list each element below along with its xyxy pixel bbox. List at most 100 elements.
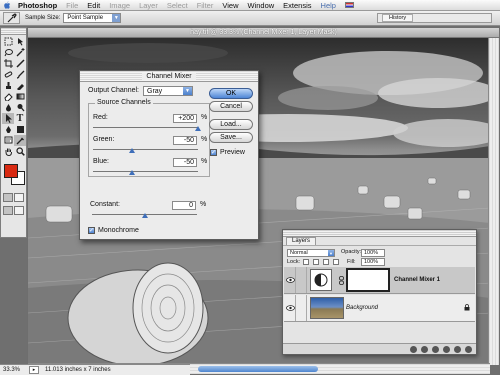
brush-tool-icon[interactable] <box>14 69 26 80</box>
lock-icon <box>464 304 470 313</box>
eraser-tool-icon[interactable] <box>2 91 14 102</box>
layer-link-cell[interactable] <box>296 295 307 321</box>
history-brush-tool-icon[interactable] <box>14 80 26 91</box>
notes-tool-icon[interactable] <box>2 135 14 146</box>
marquee-tool-icon[interactable] <box>2 36 14 47</box>
red-value-field[interactable]: +200 <box>173 114 197 123</box>
gradient-tool-icon[interactable] <box>14 91 26 102</box>
type-tool-icon[interactable]: T <box>14 113 26 124</box>
pen-tool-icon[interactable] <box>2 124 14 135</box>
history-palette-tab[interactable]: History <box>382 14 414 22</box>
green-slider-thumb[interactable] <box>129 148 136 153</box>
blue-slider-track[interactable] <box>93 171 198 172</box>
monochrome-checkbox[interactable]: ✓ <box>88 227 95 234</box>
path-selection-tool-icon[interactable] <box>2 113 14 124</box>
eye-icon[interactable] <box>285 295 296 321</box>
horizontal-scroll-thumb[interactable] <box>198 366 318 372</box>
constant-value-field[interactable]: 0 <box>172 201 196 210</box>
status-menu-icon[interactable]: ▸ <box>29 366 39 374</box>
source-channels-label: Source Channels <box>95 99 153 106</box>
menu-file[interactable]: File <box>66 1 78 10</box>
blue-value-field[interactable]: -50 <box>173 158 197 167</box>
menu-edit[interactable]: Edit <box>87 1 100 10</box>
clone-stamp-tool-icon[interactable] <box>2 80 14 91</box>
move-tool-icon[interactable] <box>14 36 26 47</box>
menu-image[interactable]: Image <box>109 1 130 10</box>
preview-checkbox[interactable]: ✓ <box>210 149 217 156</box>
green-slider-track[interactable] <box>93 149 198 150</box>
add-mask-icon[interactable] <box>421 345 428 353</box>
lock-image-checkbox[interactable] <box>313 259 319 265</box>
eyedropper-preset-icon[interactable] <box>3 12 20 24</box>
opacity-field[interactable]: 100% <box>361 249 385 257</box>
dodge-tool-icon[interactable] <box>14 102 26 113</box>
new-set-icon[interactable] <box>432 345 439 353</box>
chain-link-icon[interactable] <box>338 269 344 291</box>
foreground-color-swatch[interactable] <box>4 164 18 178</box>
layers-titlebar[interactable] <box>283 230 476 237</box>
green-value-field[interactable]: -50 <box>173 136 197 145</box>
new-adjustment-layer-icon[interactable] <box>443 345 450 353</box>
standard-screen-mode-button[interactable] <box>2 206 13 215</box>
color-swatches <box>1 161 26 191</box>
layer-mask-thumbnail[interactable] <box>346 268 390 292</box>
layer-link-cell[interactable] <box>296 267 307 293</box>
menu-window[interactable]: Window <box>247 1 274 10</box>
blue-slider-thumb[interactable] <box>129 170 136 175</box>
red-slider-track[interactable] <box>93 127 198 128</box>
keyboard-flag-icon[interactable] <box>344 2 354 8</box>
lock-position-checkbox[interactable] <box>323 259 329 265</box>
sample-size-select[interactable]: Point Sample ▼ <box>63 13 122 23</box>
menu-filter[interactable]: Filter <box>197 1 214 10</box>
output-channel-select[interactable]: Gray ▼ <box>143 86 193 96</box>
layer-name-channel-mixer[interactable]: Channel Mixer 1 <box>394 277 440 283</box>
zoom-tool-icon[interactable] <box>14 146 26 157</box>
load-button[interactable]: Load... <box>209 119 253 130</box>
slice-tool-icon[interactable] <box>14 58 26 69</box>
toolbox-titlebar[interactable] <box>1 28 26 35</box>
zoom-readout[interactable]: 33.3% <box>3 367 29 373</box>
quick-mask-mode-button[interactable] <box>14 193 25 202</box>
document-titlebar[interactable]: hay.tif @ 33.3% (Channel Mixer 1, Layer … <box>28 28 499 38</box>
document-size-readout: 11.013 inches x 7 inches <box>45 367 111 373</box>
hand-tool-icon[interactable] <box>2 146 14 157</box>
layer-name-background[interactable]: Background <box>346 305 378 311</box>
layers-tab[interactable]: Layers <box>286 237 317 245</box>
menu-extensis[interactable]: Extensis <box>283 1 311 10</box>
save-button[interactable]: Save... <box>209 132 253 143</box>
trash-icon[interactable] <box>465 345 472 353</box>
menu-view[interactable]: View <box>222 1 238 10</box>
source-channels-group: Source Channels Red: +200 % Green: -50 %… <box>88 99 210 177</box>
lock-all-checkbox[interactable] <box>333 259 339 265</box>
menu-select[interactable]: Select <box>167 1 188 10</box>
red-slider-thumb[interactable] <box>195 126 201 131</box>
cancel-button[interactable]: Cancel <box>209 101 253 112</box>
menu-photoshop[interactable]: Photoshop <box>18 1 57 10</box>
eyedropper-tool-icon[interactable] <box>14 135 26 146</box>
healing-brush-tool-icon[interactable] <box>2 69 14 80</box>
vertical-scrollbar[interactable] <box>488 38 499 365</box>
layer-style-icon[interactable] <box>410 345 417 353</box>
eye-icon[interactable] <box>285 267 296 293</box>
fill-field[interactable]: 100% <box>361 258 385 266</box>
standard-mode-button[interactable] <box>2 193 13 202</box>
lock-transparency-checkbox[interactable] <box>303 259 309 265</box>
apple-menu-icon[interactable] <box>2 1 11 10</box>
menu-help[interactable]: Help <box>321 1 336 10</box>
lasso-tool-icon[interactable] <box>2 47 14 58</box>
menu-layer[interactable]: Layer <box>139 1 158 10</box>
full-screen-mode-button[interactable] <box>14 206 25 215</box>
screen-mode-row <box>1 204 26 217</box>
shape-tool-icon[interactable] <box>14 124 26 135</box>
blur-tool-icon[interactable] <box>2 102 14 113</box>
new-layer-icon[interactable] <box>454 345 461 353</box>
magic-wand-tool-icon[interactable] <box>14 47 26 58</box>
constant-slider-thumb[interactable] <box>141 213 148 218</box>
channel-mixer-titlebar[interactable]: Channel Mixer <box>80 71 258 82</box>
layer-row[interactable]: Channel Mixer 1 <box>284 267 475 294</box>
blend-mode-select[interactable]: Normal ▼ <box>287 249 335 257</box>
chevron-down-icon: ▼ <box>112 14 121 22</box>
layer-row[interactable]: Background <box>284 295 475 322</box>
crop-tool-icon[interactable] <box>2 58 14 69</box>
ok-button[interactable]: OK <box>209 88 253 99</box>
